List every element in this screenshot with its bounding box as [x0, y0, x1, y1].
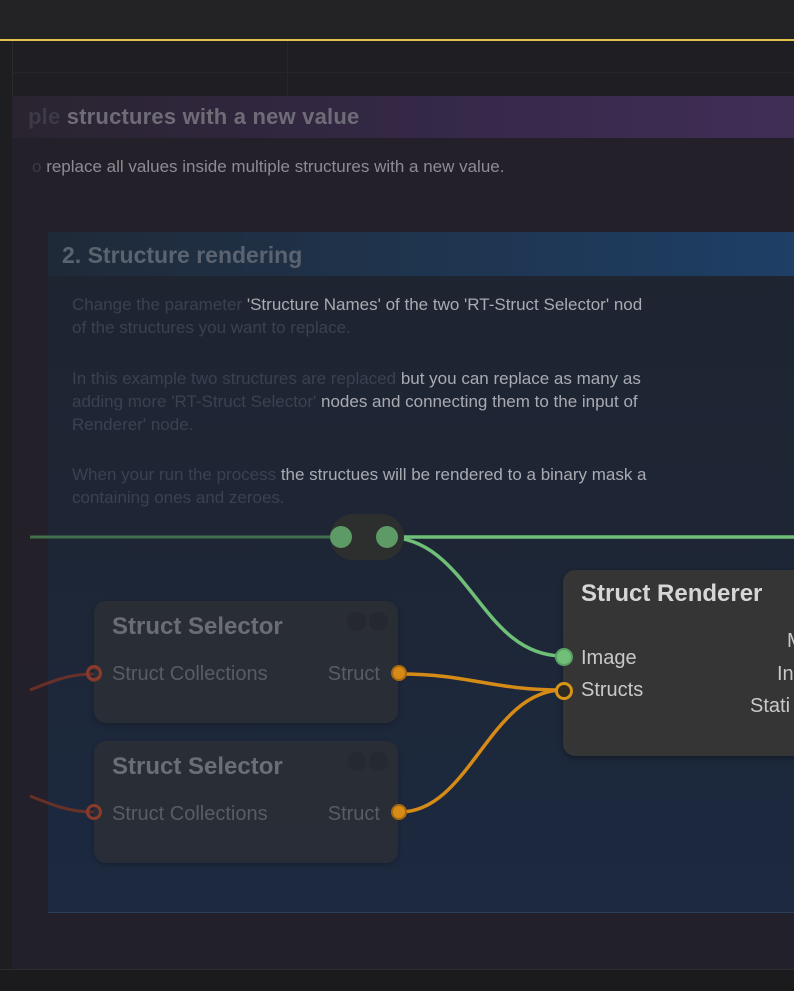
node-controls: [344, 612, 388, 636]
struct-renderer-node[interactable]: Struct Renderer Image Structs M In Stati: [563, 570, 794, 756]
image-link-to-renderer: [385, 535, 564, 658]
struct-output-socket[interactable]: [391, 665, 407, 681]
output-label: Struct: [327, 663, 380, 685]
node-dot[interactable]: [369, 752, 388, 771]
structs-input-socket[interactable]: [555, 682, 573, 700]
input-label: Struct Collections: [112, 803, 268, 825]
node-title: Struct Renderer: [581, 580, 763, 607]
struct-output-socket[interactable]: [391, 804, 407, 820]
output-label: In: [777, 663, 794, 685]
struct-selector-node[interactable]: Struct Selector Struct Collections Struc…: [94, 741, 398, 863]
output-label: Struct: [327, 803, 380, 825]
reroute-node[interactable]: [330, 514, 404, 560]
collection-link-b: [29, 794, 95, 814]
bottom-strip: [0, 969, 794, 991]
struct-link-b: [399, 688, 564, 814]
output-label: Stati: [750, 695, 791, 717]
input-label: Struct Collections: [112, 663, 268, 685]
reroute-output-dot[interactable]: [376, 526, 398, 548]
node-title: Struct Selector: [112, 613, 283, 640]
struct-collections-input-socket[interactable]: [86, 665, 102, 681]
struct-selector-node[interactable]: Struct Selector Struct Collections Struc…: [86, 601, 398, 723]
input-label-image: Image: [581, 647, 637, 669]
struct-collections-input-socket[interactable]: [86, 804, 102, 820]
reroute-input-dot[interactable]: [330, 526, 352, 548]
node-dot[interactable]: [347, 752, 366, 771]
struct-link-a: [399, 672, 564, 692]
node-controls: [344, 752, 388, 776]
node-title: Struct Selector: [112, 753, 283, 780]
collection-link-a: [29, 672, 95, 692]
image-input-socket[interactable]: [555, 648, 573, 666]
node-dot[interactable]: [369, 612, 388, 631]
output-label: M: [787, 630, 794, 653]
input-label-structs: Structs: [581, 679, 644, 701]
node-dot[interactable]: [347, 612, 366, 631]
